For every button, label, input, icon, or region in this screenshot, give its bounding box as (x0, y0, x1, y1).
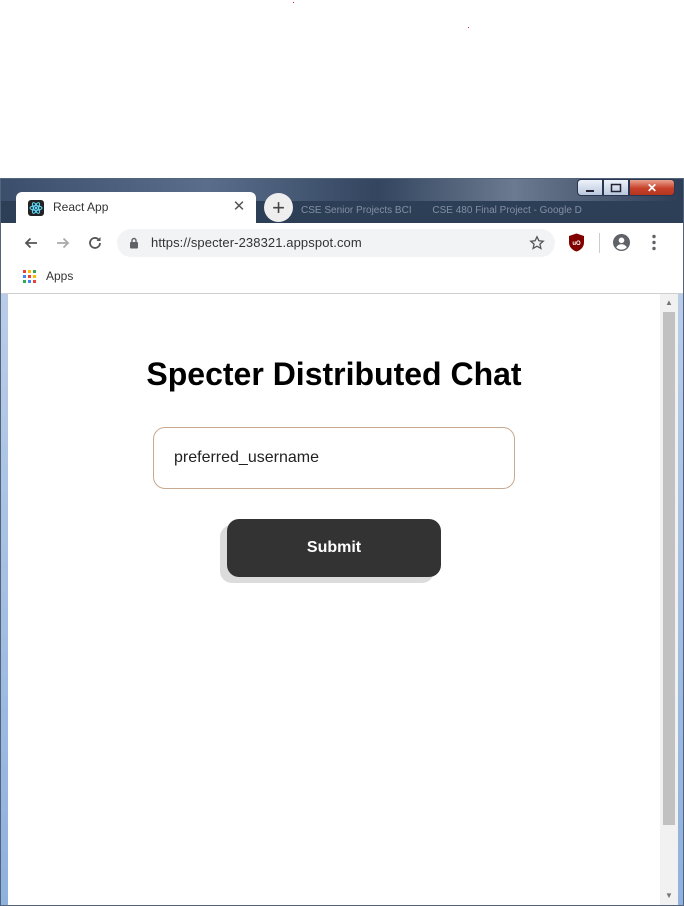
ublock-icon[interactable]: uO (568, 233, 585, 252)
background-tabs: CSE Senior Projects BCI CSE 480 Final Pr… (301, 205, 681, 225)
reload-icon (89, 237, 101, 249)
bookmark-star-icon[interactable] (529, 235, 545, 251)
browser-window: CSE Senior Projects BCI CSE 480 Final Pr… (0, 178, 684, 906)
maximize-button[interactable] (603, 179, 629, 196)
window-border-left (1, 294, 8, 905)
page-viewport: Specter Distributed Chat Submit ▲ ▼ (8, 294, 678, 905)
scroll-up-arrow-icon[interactable]: ▲ (660, 296, 678, 310)
lock-icon (130, 237, 138, 249)
bookmarks-bar: Apps (1, 263, 683, 291)
browser-toolbar: https://specter-238321.appspot.com uO Ap… (1, 223, 683, 294)
scroll-down-arrow-icon[interactable]: ▼ (660, 889, 678, 903)
submit-button[interactable]: Submit (227, 519, 441, 577)
bookmark-apps[interactable]: Apps (23, 269, 73, 283)
address-bar[interactable]: https://specter-238321.appspot.com (117, 229, 555, 257)
vertical-scrollbar[interactable]: ▲ ▼ (660, 294, 678, 905)
new-tab-button[interactable]: + (264, 193, 293, 222)
minimize-icon (586, 189, 594, 192)
toolbar-divider (599, 233, 600, 253)
plus-icon: + (272, 194, 285, 220)
background-tab[interactable]: CSE Senior Projects BCI (301, 205, 412, 216)
back-button[interactable] (19, 231, 43, 255)
scrollbar-thumb[interactable] (663, 312, 675, 825)
stray-pixel (293, 2, 294, 3)
username-input[interactable] (153, 427, 515, 489)
background-tab[interactable]: CSE 480 Final Project - Google D (432, 205, 582, 216)
tab-close-icon[interactable]: ✕ (230, 198, 248, 216)
window-controls: ✕ (577, 179, 675, 198)
active-tab[interactable]: React App ✕ (16, 192, 256, 223)
url-text: https://specter-238321.appspot.com (151, 235, 362, 250)
restore-icon (610, 183, 622, 192)
forward-arrow-icon (57, 237, 70, 249)
close-icon: ✕ (646, 180, 658, 195)
tab-title: React App (53, 200, 109, 214)
kebab-menu-icon[interactable] (646, 233, 662, 252)
close-window-button[interactable]: ✕ (629, 179, 675, 196)
apps-grid-icon (23, 269, 36, 283)
back-arrow-icon (24, 237, 37, 249)
react-logo-icon (28, 200, 44, 216)
forward-button[interactable] (51, 231, 75, 255)
stray-pixel (468, 27, 469, 28)
page-title: Specter Distributed Chat (146, 356, 522, 392)
svg-text:uO: uO (572, 241, 581, 247)
profile-icon[interactable] (612, 233, 631, 252)
bookmark-label: Apps (46, 269, 74, 283)
reload-button[interactable] (83, 231, 107, 255)
minimize-button[interactable] (577, 179, 603, 196)
